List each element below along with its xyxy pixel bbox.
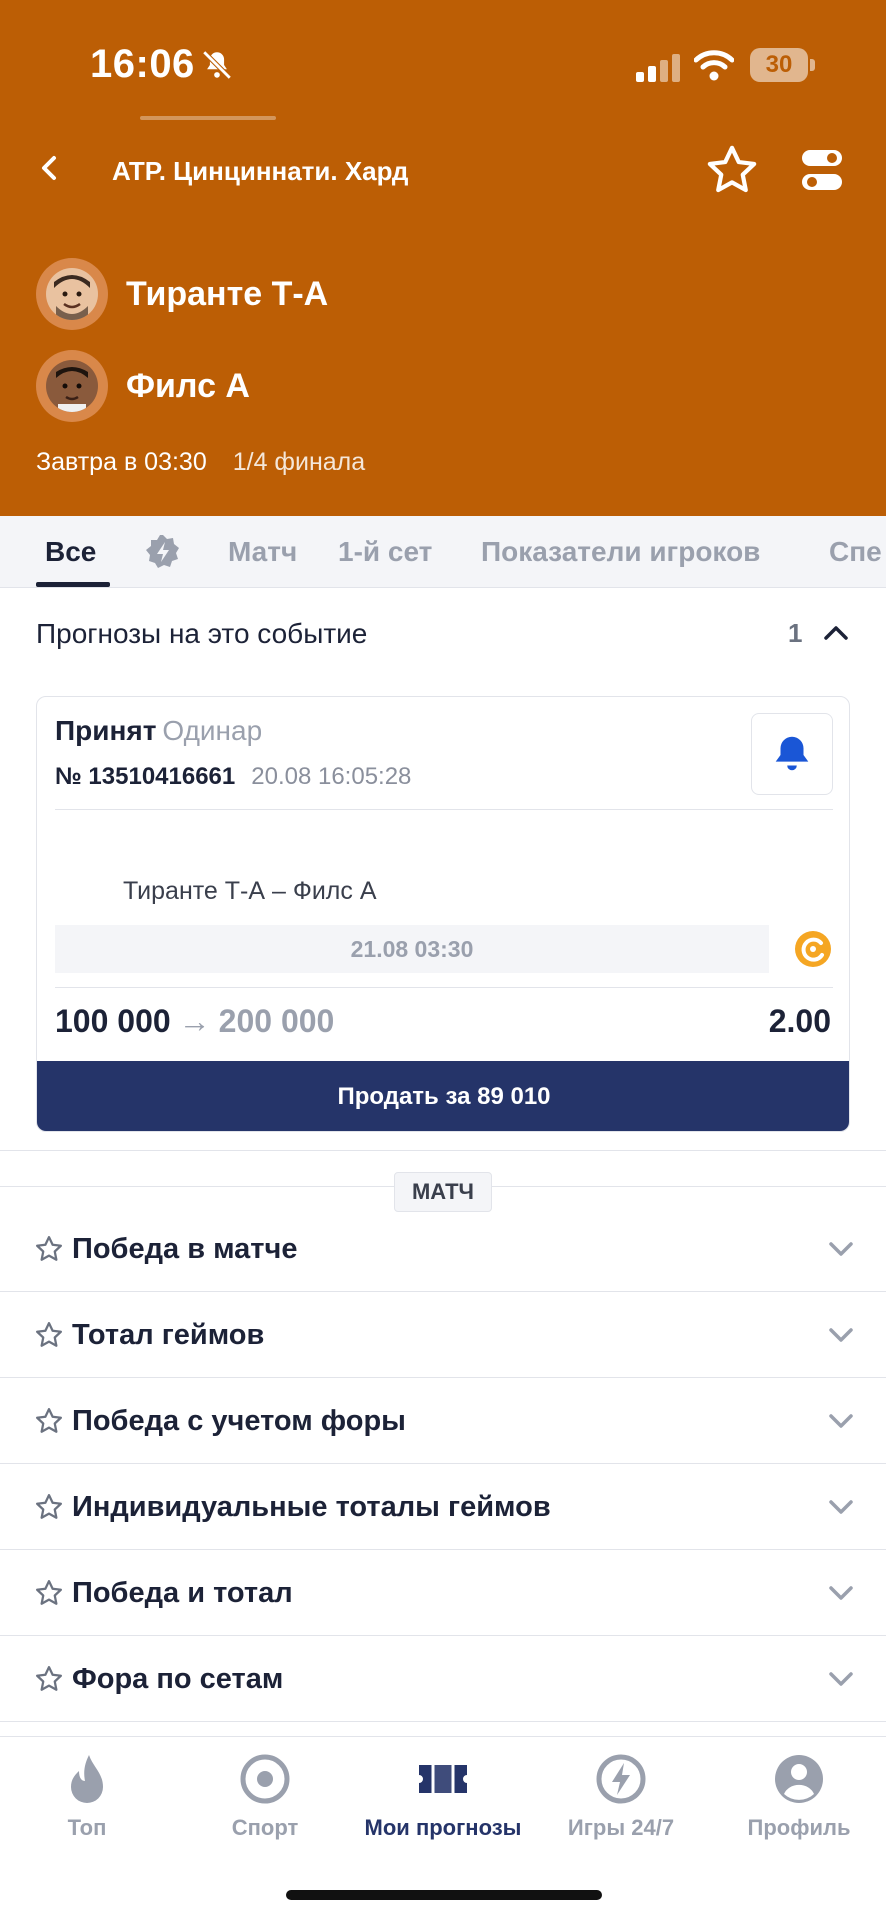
- chevron-down-icon[interactable]: [826, 1494, 856, 1520]
- star-outline-icon[interactable]: [34, 1234, 64, 1264]
- bet-stake-line: 100 000 → 200 000: [55, 1003, 334, 1040]
- nav-games[interactable]: Игры 24/7: [536, 1751, 706, 1841]
- nav-sport[interactable]: Спорт: [180, 1751, 350, 1841]
- bell-icon: [775, 736, 809, 771]
- market-label: Тотал геймов: [72, 1319, 265, 1351]
- sell-bet-button[interactable]: Продать за 89 010: [37, 1061, 849, 1131]
- star-outline-icon[interactable]: [34, 1492, 64, 1522]
- player-2: Филс А: [36, 350, 250, 422]
- chevron-down-icon[interactable]: [826, 1666, 856, 1692]
- player-avatar-icon: [46, 360, 98, 412]
- player-2-name: Филс А: [126, 366, 250, 405]
- bet-event-date: 21.08 03:30: [55, 925, 769, 973]
- pending-status-icon: [795, 931, 831, 967]
- bet-number-line: № 13510416661 20.08 16:05:28: [55, 763, 411, 791]
- player-avatar-icon: [46, 268, 98, 320]
- bet-type: Одинар: [162, 715, 263, 746]
- tab-all[interactable]: Все: [45, 536, 96, 568]
- notify-button[interactable]: [751, 713, 833, 795]
- bell-off-icon: [202, 50, 232, 80]
- back-chevron-icon[interactable]: [30, 148, 70, 188]
- tournament-title: ATP. Цинциннати. Хард: [112, 156, 409, 186]
- star-outline-icon[interactable]: [34, 1664, 64, 1694]
- predictions-header[interactable]: Прогнозы на это событие 1: [0, 588, 886, 678]
- status-time: 16:06: [90, 42, 195, 86]
- bet-event: Тиранте Т-А – Филс А: [123, 877, 377, 905]
- active-tab-indicator: [36, 582, 110, 587]
- chevron-down-icon[interactable]: [826, 1236, 856, 1262]
- bet-number: № 13510416661: [55, 763, 236, 790]
- nav-top[interactable]: Топ: [2, 1751, 172, 1841]
- wifi-icon: [694, 50, 734, 81]
- predictions-title: Прогнозы на это событие: [36, 618, 368, 649]
- sport-icon: [240, 1754, 290, 1804]
- nav-top-label: Топ: [67, 1815, 107, 1840]
- nav-sport-label: Спорт: [231, 1815, 299, 1840]
- scroll-hint: [140, 116, 276, 120]
- market-row[interactable]: Тотал геймов: [0, 1292, 886, 1378]
- market-label: Фора по сетам: [72, 1663, 284, 1695]
- nav-my-predictions-label: Мои прогнозы: [364, 1815, 522, 1840]
- status-bar: 16:06 30: [0, 0, 886, 120]
- battery-level: 30: [765, 51, 793, 78]
- home-indicator: [286, 1890, 602, 1900]
- section-divider: [0, 1150, 886, 1151]
- nav-my-predictions[interactable]: Мои прогнозы: [358, 1751, 528, 1841]
- market-row[interactable]: Победа и тотал: [0, 1550, 886, 1636]
- market-tabs: Все Матч 1-й сет Показатели игроков Спе: [0, 516, 886, 588]
- market-row[interactable]: Победа в матче: [0, 1206, 886, 1292]
- nav-profile[interactable]: Профиль: [714, 1751, 884, 1841]
- chevron-up-icon[interactable]: [820, 618, 852, 646]
- flame-icon: [71, 1755, 103, 1803]
- bet-card[interactable]: Принят Одинар № 13510416661 20.08 16:05:28…: [36, 696, 850, 1132]
- bet-stake: 100 000: [55, 1003, 171, 1039]
- ticket-icon: [419, 1765, 467, 1793]
- bet-status: Принят: [55, 715, 157, 746]
- market-row[interactable]: Индивидуальные тоталы геймов: [0, 1464, 886, 1550]
- arrow-right-icon: →: [178, 1003, 211, 1039]
- player-1-name: Тиранте Т-А: [126, 274, 329, 313]
- chevron-down-icon[interactable]: [826, 1322, 856, 1348]
- market-label: Победа в матче: [72, 1233, 298, 1265]
- player-2-avatar: [36, 350, 108, 422]
- tab-player-stats[interactable]: Показатели игроков: [481, 536, 760, 568]
- star-outline-icon[interactable]: [34, 1320, 64, 1350]
- event-header: 16:06 30 ATP. Цинциннати. Хард Тиранте Т…: [0, 0, 886, 516]
- player-1: Тиранте Т-А: [36, 258, 328, 330]
- bet-placed-date: 20.08 16:05:28: [251, 763, 412, 790]
- card-divider: [55, 809, 833, 810]
- predictions-count: 1: [788, 618, 803, 648]
- match-start-time: Завтра в 03:30: [36, 448, 207, 476]
- star-outline-icon[interactable]: [34, 1406, 64, 1436]
- battery-indicator: 30: [750, 48, 815, 82]
- nav-games-label: Игры 24/7: [567, 1815, 675, 1840]
- favorite-star-icon[interactable]: [704, 142, 760, 198]
- market-label: Индивидуальные тоталы геймов: [72, 1491, 551, 1523]
- tab-match[interactable]: Матч: [228, 536, 297, 568]
- toggle-settings-icon[interactable]: [800, 146, 844, 194]
- tab-first-set[interactable]: 1-й сет: [338, 536, 432, 568]
- tab-special[interactable]: Спе: [829, 536, 882, 568]
- chevron-down-icon[interactable]: [826, 1408, 856, 1434]
- market-label: Победа и тотал: [72, 1577, 293, 1609]
- card-divider: [55, 987, 833, 988]
- match-stage: 1/4 финала: [232, 448, 366, 476]
- market-label: Победа с учетом форы: [72, 1405, 406, 1437]
- market-row[interactable]: Победа с учетом форы: [0, 1378, 886, 1464]
- bet-status-line: Принят Одинар: [55, 715, 262, 747]
- profile-icon: [775, 1755, 823, 1803]
- chevron-down-icon[interactable]: [826, 1580, 856, 1606]
- market-row[interactable]: Фора по сетам: [0, 1636, 886, 1722]
- bet-odds: 2.00: [768, 1003, 831, 1039]
- lightning-badge-icon[interactable]: [145, 534, 181, 570]
- nav-profile-label: Профиль: [747, 1815, 851, 1840]
- cellular-signal-icon: [636, 54, 680, 82]
- player-1-avatar: [36, 258, 108, 330]
- star-outline-icon[interactable]: [34, 1578, 64, 1608]
- match-info: Завтра в 03:30 1/4 финала: [36, 448, 365, 477]
- bet-potential-win: 200 000: [218, 1003, 335, 1039]
- lightning-icon: [596, 1754, 646, 1804]
